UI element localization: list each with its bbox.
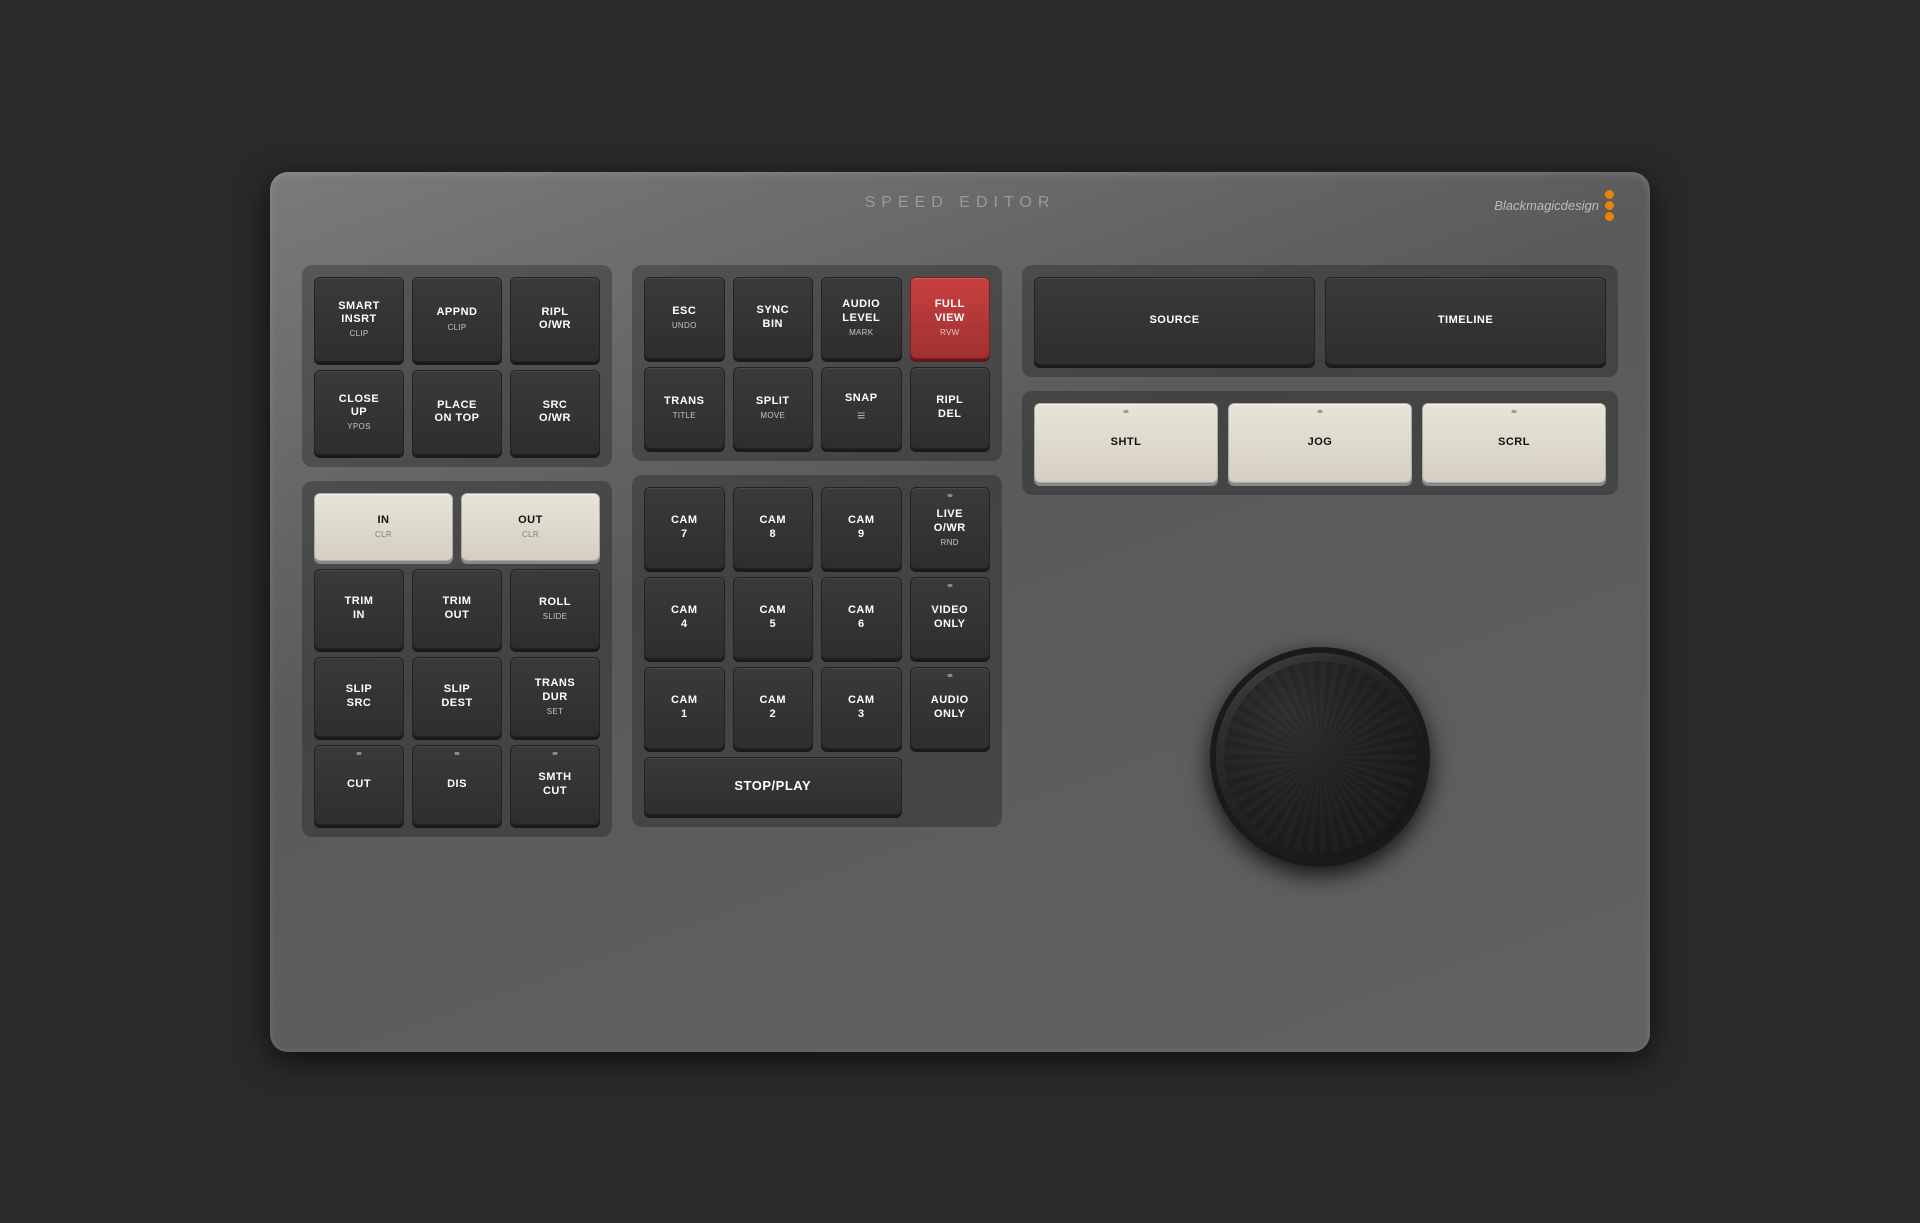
key-trim-in[interactable]: TRIMIN [314,569,404,649]
key-trans-dur[interactable]: TRANSDUR SET [510,657,600,737]
key-src-owr[interactable]: SRCO/WR [510,370,600,455]
key-timeline[interactable]: TIMELINE [1325,277,1606,365]
key-smart-insrt[interactable]: SMARTINSRT CLIP [314,277,404,362]
clip-panel: SMARTINSRT CLIP APPND CLIP RIPLO/WR CLOS… [302,265,612,467]
key-trans[interactable]: TRANS TITLE [644,367,725,449]
cam-spacer [910,757,991,815]
key-roll[interactable]: ROLL SLIDE [510,569,600,649]
key-smth-cut[interactable]: SMTHCUT [510,745,600,825]
key-source[interactable]: SOURCE [1034,277,1315,365]
key-shtl[interactable]: SHTL [1034,403,1218,483]
key-slip-dest[interactable]: SLIPDEST [412,657,502,737]
key-trim-out[interactable]: TRIMOUT [412,569,502,649]
key-place-on-top[interactable]: PLACEON TOP [412,370,502,455]
key-cam5[interactable]: CAM5 [733,577,814,659]
key-video-only[interactable]: VIDEOONLY [910,577,991,659]
brand-dot-3 [1605,212,1614,221]
brand-dot-1 [1605,190,1614,199]
key-split[interactable]: SPLIT MOVE [733,367,814,449]
clip-grid: SMARTINSRT CLIP APPND CLIP RIPLO/WR CLOS… [314,277,600,455]
key-cam6[interactable]: CAM6 [821,577,902,659]
source-timeline-panel: SOURCE TIMELINE [1022,265,1618,377]
key-jog[interactable]: JOG [1228,403,1412,483]
key-live-owr[interactable]: LIVEO/WR RND [910,487,991,569]
key-sync-bin[interactable]: SYNCBIN [733,277,814,359]
key-cam3[interactable]: CAM3 [821,667,902,749]
key-slip-src[interactable]: SLIPSRC [314,657,404,737]
trans-panel: ESC UNDO SYNCBIN AUDIOLEVEL MARK FULLVIE… [632,265,1002,461]
key-audio-level[interactable]: AUDIOLEVEL MARK [821,277,902,359]
key-esc[interactable]: ESC UNDO [644,277,725,359]
key-cam9[interactable]: CAM9 [821,487,902,569]
inout-panel: IN CLR OUT CLR TRIMIN TRIMOUT [302,481,612,837]
key-close-up[interactable]: CLOSEUP YPOS [314,370,404,455]
key-cut[interactable]: CUT [314,745,404,825]
key-scrl[interactable]: SCRL [1422,403,1606,483]
brand-text: Blackmagicdesign [1494,198,1599,213]
shuttle-panel: SHTL JOG SCRL [1022,391,1618,495]
speed-editor-device: SPEED EDITOR Blackmagicdesign SMARTINSRT… [270,172,1650,1052]
brand-dot-2 [1605,201,1614,210]
brand: Blackmagicdesign [1494,190,1614,221]
key-cam4[interactable]: CAM4 [644,577,725,659]
key-ripl-owr[interactable]: RIPLO/WR [510,277,600,362]
key-audio-only[interactable]: AUDIOONLY [910,667,991,749]
key-full-view[interactable]: FULLVIEW RVW [910,277,991,359]
cam-panel: CAM7 CAM8 CAM9 LIVEO/WR RND [632,475,1002,827]
key-cam7[interactable]: CAM7 [644,487,725,569]
brand-logo [1605,190,1614,221]
key-dis[interactable]: DIS [412,745,502,825]
key-ripl-del[interactable]: RIPLDEL [910,367,991,449]
key-snap[interactable]: SNAP ≡ [821,367,902,449]
key-out[interactable]: OUT CLR [461,493,600,561]
jog-wheel-container [1022,509,1618,1005]
key-stop-play[interactable]: STOP/PLAY [644,757,902,815]
device-title: SPEED EDITOR [865,194,1056,212]
key-appnd[interactable]: APPND CLIP [412,277,502,362]
key-in[interactable]: IN CLR [314,493,453,561]
key-cam2[interactable]: CAM2 [733,667,814,749]
key-cam8[interactable]: CAM8 [733,487,814,569]
key-cam1[interactable]: CAM1 [644,667,725,749]
jog-wheel[interactable] [1210,647,1430,867]
